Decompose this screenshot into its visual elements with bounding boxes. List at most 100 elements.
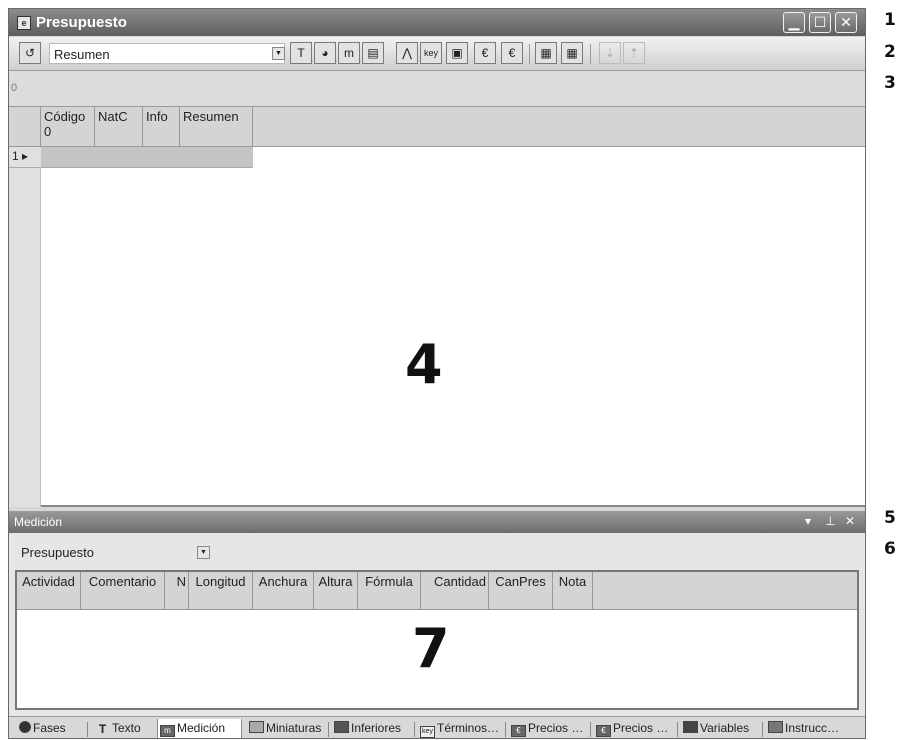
column-header-actividad[interactable]: Actividad [17,572,81,610]
callout-2: 2 [884,42,896,62]
callout-6: 6 [884,539,896,559]
callout-3: 3 [884,73,896,93]
minimize-button[interactable]: ▁ [783,12,805,33]
thumbnails-icon[interactable]: ▤ [362,42,384,64]
column-label: Código [44,109,86,124]
text-icon[interactable]: T [290,42,312,64]
measurement-icon[interactable]: m [338,42,360,64]
tab-label: Miniaturas [266,721,322,735]
tab-label: Inferiores [351,721,402,735]
close-icon[interactable]: ✕ [845,514,855,528]
maximize-button[interactable]: ☐ [809,12,831,33]
chevron-down-icon[interactable]: ▼ [272,47,285,60]
pin-icon[interactable]: ⊥ [825,514,835,528]
column-header-n[interactable]: N [165,572,189,610]
key-icon[interactable]: key [420,42,442,64]
budget-select[interactable]: Presupuesto ▼ [16,543,210,562]
window-title: Presupuesto [36,14,127,31]
chevron-down-icon[interactable]: ▼ [197,546,210,559]
callout-4: 4 [405,333,443,396]
view-select[interactable]: Resumen [49,43,285,64]
tab-label: Variables [700,721,750,735]
column-sublabel: 0 [44,124,52,139]
formula-bar[interactable]: 0 [9,71,865,107]
table-icon[interactable]: ▦ [535,42,557,64]
tab-terminos[interactable]: key Términos… [418,719,500,738]
tab-separator [762,722,763,737]
column-header-resumen[interactable]: Resumen [180,107,253,147]
globe-icon [19,721,31,733]
euro-price-icon: € [511,725,526,737]
callout-5: 5 [884,508,896,528]
budget-select-value: Presupuesto [21,545,94,560]
tab-variables[interactable]: Variables [681,719,750,738]
tab-label: Texto [112,721,141,735]
main-grid[interactable]: Código 0 NatC Info Resumen 1 ▸ [9,107,865,507]
corner-cell[interactable] [9,107,41,147]
move-up-icon[interactable]: ⇡ [623,42,645,64]
tab-separator [590,722,591,737]
chevron-down-icon[interactable]: ▾ [805,514,811,528]
toolbar-separator [529,44,530,64]
close-button[interactable]: ✕ [835,12,857,33]
row-number[interactable]: 1 ▸ [9,147,41,168]
tab-separator [505,722,506,737]
tab-precios-2[interactable]: € Precios … [594,719,669,738]
image-icon[interactable]: ▣ [446,42,468,64]
tab-label: Precios … [528,721,584,735]
tab-texto[interactable]: T Texto [93,719,141,738]
column-header-canpres[interactable]: CanPres [489,572,553,610]
thumbnails-icon [249,721,264,733]
column-header-cantidad[interactable]: Cantidad [421,572,489,610]
tab-medicion[interactable]: m Medición [157,719,242,738]
column-label: NatC [98,109,128,124]
column-header-longitud[interactable]: Longitud [189,572,253,610]
tab-miniaturas[interactable]: Miniaturas [247,719,322,738]
column-header-altura[interactable]: Altura [314,572,358,610]
tab-instrucciones[interactable]: Instrucc… [766,719,840,738]
table-2-icon[interactable]: ▦ [561,42,583,64]
column-header-formula[interactable]: Fórmula [358,572,421,610]
medicion-panel-title-bar: Medición ▾ ⊥ ✕ [9,511,865,533]
tab-label: Términos… [437,721,500,735]
tab-label: Medición [177,721,226,735]
column-header-nota[interactable]: Nota [553,572,593,610]
tab-inferiores[interactable]: Inferiores [332,719,402,738]
euro-price-2-icon: € [596,725,611,737]
column-header-natc[interactable]: NatC [95,107,143,147]
tab-bar: Fases T Texto m Medición Miniaturas Inferi… [9,716,865,738]
column-label: Resumen [183,109,239,124]
tab-precios-1[interactable]: € Precios … [509,719,584,738]
tab-separator [87,722,88,737]
table-icon [683,721,698,733]
selected-row-cells[interactable] [41,147,253,168]
callout-7: 7 [412,617,450,680]
key-icon: key [420,726,435,738]
tree-icon[interactable]: ⋀ [396,42,418,64]
move-down-icon[interactable]: ⇣ [599,42,621,64]
view-select-value: Resumen [54,47,110,62]
toolbar: ↺ Resumen ▼ T ◕ m ▤ ⋀ key ▣ € € ▦ ▦ ⇣ ⇡ [9,37,865,71]
tab-label: Precios … [613,721,669,735]
callout-1: 1 [884,10,896,30]
tab-separator [677,722,678,737]
euro-price-2-icon[interactable]: € [501,42,523,64]
tab-separator [414,722,415,737]
column-header-anchura[interactable]: Anchura [253,572,314,610]
tab-label: Fases [33,721,66,735]
column-label: Info [146,109,168,124]
globe-icon[interactable]: ◕ [314,42,336,64]
main-grid-header: Código 0 NatC Info Resumen [9,107,865,147]
measurement-icon: m [160,725,175,737]
title-bar[interactable]: e Presupuesto ▁ ☐ ✕ [9,9,865,36]
toolbar-separator [590,44,591,64]
tab-fases[interactable]: Fases [17,719,66,738]
undo-icon[interactable]: ↺ [19,42,41,64]
column-header-comentario[interactable]: Comentario [81,572,165,610]
measurement-grid-header: Actividad Comentario N Longitud Anchura … [17,572,857,610]
euro-price-icon[interactable]: € [474,42,496,64]
tab-label: Instrucc… [785,721,840,735]
column-header-info[interactable]: Info [143,107,180,147]
document-icon: e [17,16,31,30]
column-header-codigo[interactable]: Código 0 [41,107,95,147]
